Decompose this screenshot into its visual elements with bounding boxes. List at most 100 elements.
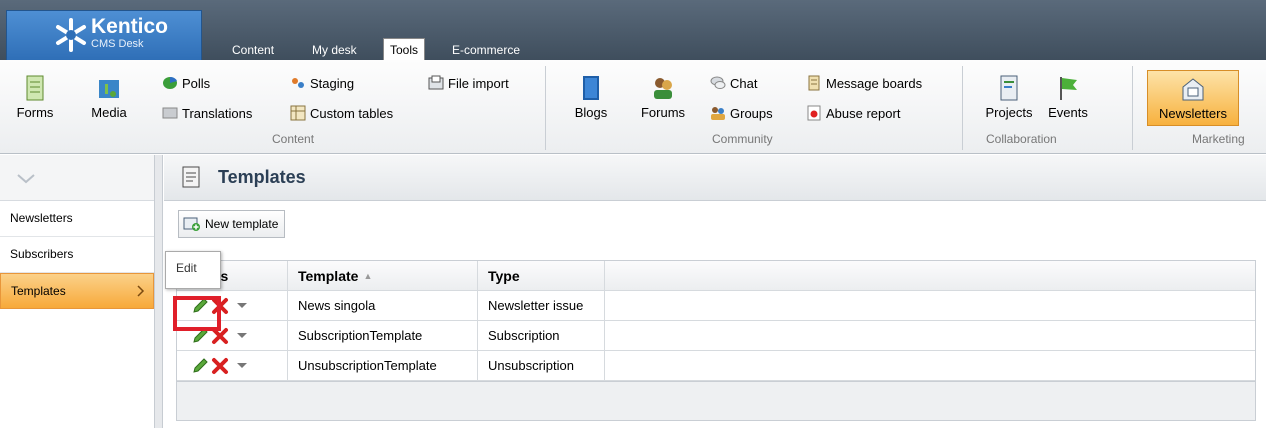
message-boards-label: Message boards (826, 76, 923, 91)
tab-ecommerce[interactable]: E-commerce (446, 40, 526, 60)
tab-tools[interactable]: Tools (383, 38, 426, 60)
media-icon (99, 80, 119, 98)
custom-tables-icon (290, 105, 306, 121)
table-row: UnsubscriptionTemplate Unsubscription (177, 351, 1255, 381)
nav-header (0, 155, 154, 201)
forms-icon (26, 75, 44, 101)
edit-tooltip: Edit (165, 251, 221, 289)
media-label: Media (91, 105, 127, 120)
groups-label: Groups (730, 106, 773, 121)
new-template-label: New template (205, 217, 279, 231)
abuse-report-label: Abuse report (826, 106, 901, 121)
sort-ascending-icon: ▲ (363, 270, 373, 281)
page-title: Templates (218, 167, 306, 187)
header-template[interactable]: Template ▲ (287, 261, 477, 290)
events-button[interactable]: Events (1042, 74, 1094, 120)
edit-pencil-icon[interactable] (191, 357, 209, 375)
page-header: Templates (164, 155, 1266, 201)
forums-label: Forums (640, 105, 686, 120)
chevron-right-icon (137, 285, 145, 297)
message-boards-button[interactable]: Message boards (806, 74, 922, 94)
polls-icon (163, 76, 177, 89)
media-button[interactable]: Media (84, 74, 134, 120)
custom-tables-button[interactable]: Custom tables (290, 104, 393, 124)
delete-x-icon[interactable] (211, 357, 229, 375)
grid-header-row: Actions Template▲ Type (177, 261, 1255, 291)
templates-grid: Actions Template▲ Type News singola News… (176, 260, 1256, 381)
polls-button[interactable]: Polls (162, 74, 210, 94)
staging-button[interactable]: Staging (290, 74, 354, 94)
table-row: SubscriptionTemplate Subscription (177, 321, 1255, 351)
group-community-label: Community (712, 132, 773, 146)
translations-label: Translations (182, 106, 253, 121)
forums-icon (654, 78, 672, 99)
file-import-button[interactable]: File import (428, 74, 509, 94)
tab-content[interactable]: Content (226, 40, 280, 60)
chat-button[interactable]: Chat (710, 74, 757, 94)
group-marketing-label: Marketing (1192, 132, 1245, 146)
nav-item-subscribers[interactable]: Subscribers (0, 237, 154, 273)
projects-button[interactable]: Projects (978, 74, 1040, 120)
table-row: News singola Newsletter issue (177, 291, 1255, 321)
new-template-button[interactable]: New template (178, 210, 286, 238)
message-boards-icon (808, 75, 820, 91)
group-collaboration-label: Collaboration (986, 132, 1057, 146)
edit-highlight-box (173, 296, 221, 331)
file-import-icon (428, 75, 444, 90)
cell-type: Unsubscription (477, 351, 605, 380)
blogs-icon (583, 76, 599, 100)
staging-label: Staging (310, 76, 355, 91)
cell-template: News singola (287, 291, 477, 320)
cell-template: UnsubscriptionTemplate (287, 351, 477, 380)
row-actions (177, 357, 287, 375)
abuse-report-button[interactable]: Abuse report (806, 104, 900, 124)
header-template-label: Template (298, 267, 359, 284)
grid-footer (176, 381, 1256, 421)
header-type[interactable]: Type (477, 261, 605, 290)
projects-icon (1000, 75, 1018, 101)
main-content: Templates New template Actions Template▲… (164, 155, 1266, 428)
ribbon: Forms Media Polls Staging File import Tr… (0, 60, 1266, 154)
tab-my-desk[interactable]: My desk (306, 40, 363, 60)
staging-icon (292, 78, 304, 88)
cell-type: Subscription (477, 321, 605, 350)
left-navigation: Newsletters Subscribers Templates (0, 155, 155, 428)
ribbon-separator (1132, 66, 1133, 150)
custom-tables-label: Custom tables (310, 106, 394, 121)
groups-icon (711, 107, 725, 120)
brand-name: Kentico (91, 15, 169, 38)
ribbon-separator (962, 66, 963, 150)
newsletters-button[interactable]: Newsletters (1147, 70, 1239, 126)
group-content-label: Content (272, 132, 315, 146)
cell-template: SubscriptionTemplate (287, 321, 477, 350)
more-actions-dropdown-icon[interactable] (237, 303, 247, 308)
cell-type: Newsletter issue (477, 291, 605, 320)
more-actions-dropdown-icon[interactable] (237, 333, 247, 338)
groups-button[interactable]: Groups (710, 104, 773, 124)
blogs-button[interactable]: Blogs (566, 74, 616, 120)
more-actions-dropdown-icon[interactable] (237, 363, 247, 368)
polls-label: Polls (182, 76, 211, 91)
new-template-icon (183, 217, 200, 231)
abuse-report-icon (807, 105, 821, 121)
forms-label: Forms (16, 105, 54, 120)
forums-button[interactable]: Forums (636, 74, 690, 120)
chat-icon (710, 76, 726, 89)
forms-button[interactable]: Forms (10, 74, 60, 120)
blogs-label: Blogs (574, 105, 608, 120)
templates-icon (182, 166, 200, 188)
ribbon-separator (545, 66, 546, 150)
nav-item-templates[interactable]: Templates (0, 273, 154, 309)
projects-label: Projects (985, 105, 1033, 120)
splitter[interactable] (155, 155, 163, 428)
chat-label: Chat (730, 76, 758, 91)
kentico-logo[interactable]: Kentico CMS Desk (6, 10, 202, 60)
file-import-label: File import (448, 76, 509, 91)
top-bar: Kentico CMS Desk Content My desk Tools E… (0, 0, 1266, 60)
translations-button[interactable]: Translations (162, 104, 252, 124)
collapse-chevron-icon[interactable] (16, 173, 36, 185)
newsletters-icon (1182, 78, 1204, 101)
brand-subtitle: CMS Desk (91, 38, 144, 50)
nav-item-newsletters[interactable]: Newsletters (0, 201, 154, 237)
newsletters-label: Newsletters (1159, 106, 1227, 121)
